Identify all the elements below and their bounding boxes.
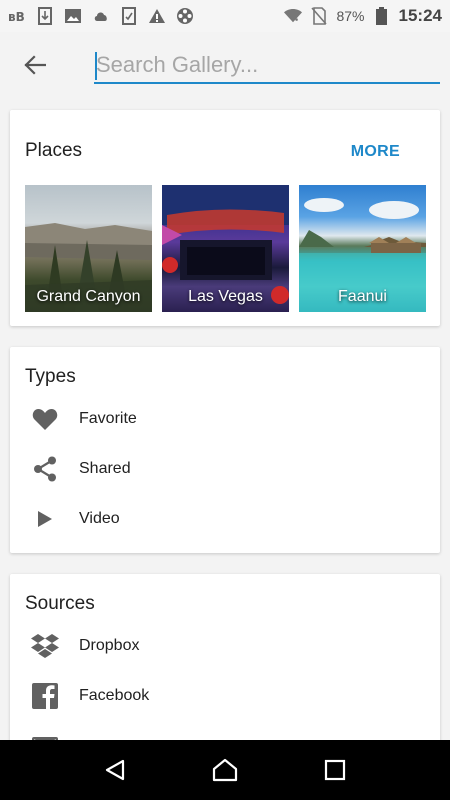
heart-icon [31,405,59,433]
search-input[interactable] [94,48,440,84]
types-card: Types Favorite Shared Video [10,347,440,553]
types-title: Types [25,366,76,387]
download-icon [36,7,54,25]
sources-title: Sources [25,593,95,614]
sim-icon [120,7,138,25]
place-thumbnail-las-vegas[interactable]: Las Vegas [162,185,289,312]
image-icon [64,7,82,25]
nav-recents-icon [324,759,346,781]
source-item-dropbox[interactable]: Dropbox [10,623,440,669]
nav-back-button[interactable] [95,750,135,790]
place-label: Faanui [338,288,387,305]
battery-percent: 87% [336,8,365,24]
places-row: Grand Canyon Las Vegas Faanui [25,185,426,312]
arrow-back-icon [24,55,46,75]
wifi-icon [284,7,303,25]
facebook-icon [31,682,59,710]
place-label: Las Vegas [188,288,263,305]
svg-text:ʙB: ʙB [8,10,25,23]
nav-home-icon [212,758,238,782]
back-button[interactable] [18,48,52,82]
type-item-favorite[interactable]: Favorite [10,396,440,442]
share-icon [31,455,59,483]
nav-recents-button[interactable] [315,750,355,790]
type-label: Shared [79,460,131,477]
place-label: Grand Canyon [36,288,141,305]
search-header [0,32,450,96]
source-label: Dropbox [79,637,140,654]
bb-icon: ʙB [8,7,26,25]
type-item-shared[interactable]: Shared [10,446,440,492]
dropbox-icon [31,632,59,660]
cloud-icon [92,7,110,25]
film-reel-icon [176,7,194,25]
navigation-bar [0,740,450,800]
nav-home-button[interactable] [205,750,245,790]
type-label: Video [79,510,120,527]
type-item-video[interactable]: Video [10,496,440,542]
play-icon [31,505,59,533]
text-cursor [95,52,97,80]
no-sim-icon [310,7,328,25]
places-title: Places [25,140,83,161]
source-item-facebook[interactable]: Facebook [10,673,440,719]
place-thumbnail-faanui[interactable]: Faanui [299,185,426,312]
status-bar: ʙB 87% 15:24 [0,0,450,32]
nav-back-icon [105,759,125,781]
more-button[interactable]: MORE [351,143,400,161]
warning-icon [148,7,166,25]
place-thumbnail-grand-canyon[interactable]: Grand Canyon [25,185,152,312]
type-label: Favorite [79,410,137,427]
source-label: Facebook [79,687,150,704]
places-card: Places MORE Grand Canyon Las Vegas Faanu… [10,110,440,326]
clock: 15:24 [398,6,442,25]
battery-icon [373,7,391,25]
